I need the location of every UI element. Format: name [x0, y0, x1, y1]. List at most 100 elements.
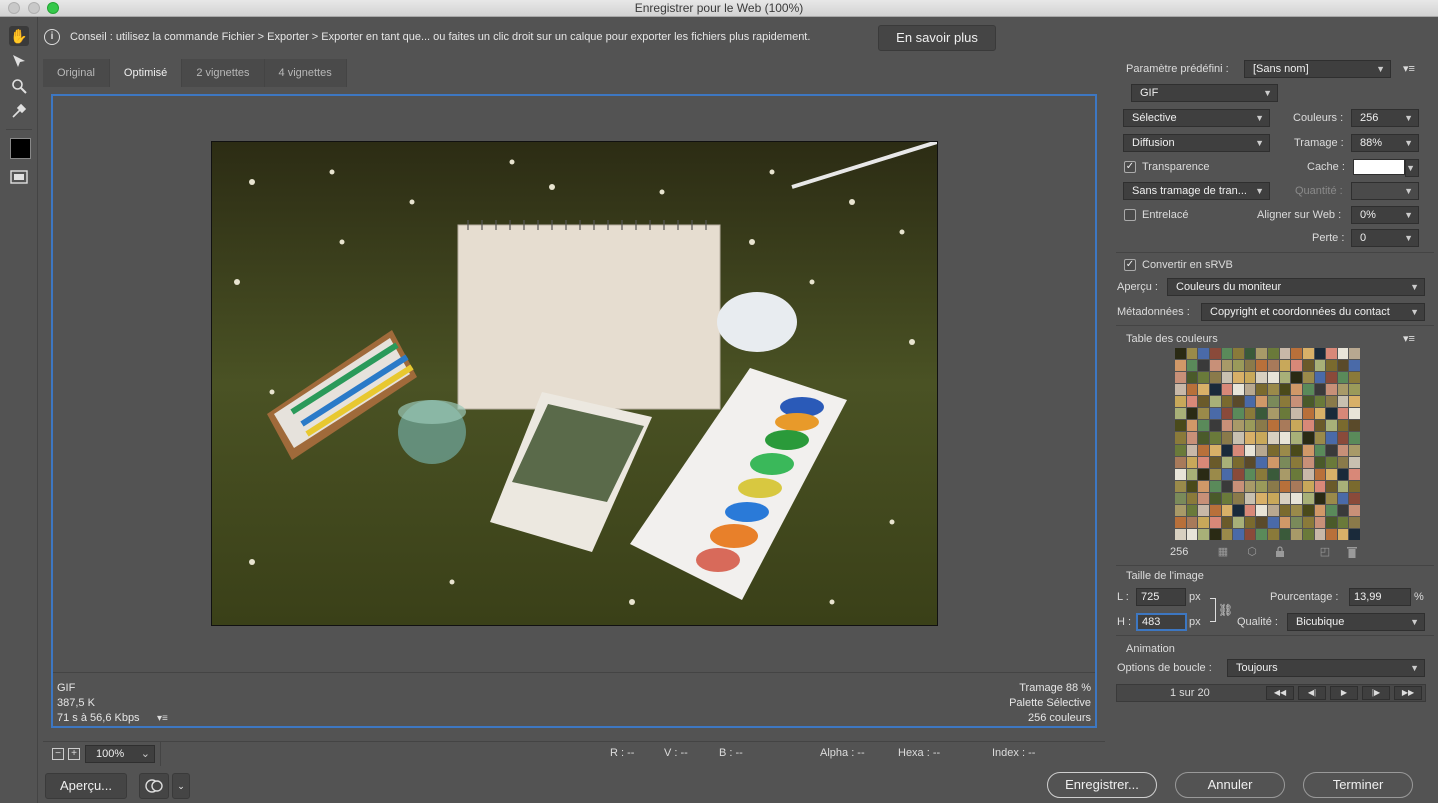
color-table-swatch[interactable]: [1337, 372, 1349, 384]
color-table-swatch[interactable]: [1233, 468, 1244, 480]
color-table-swatch[interactable]: [1244, 444, 1256, 456]
color-table-swatch[interactable]: [1279, 420, 1291, 432]
width-input[interactable]: 725: [1136, 588, 1186, 606]
colors-select[interactable]: 256 ▼: [1351, 109, 1419, 127]
web-snap-select[interactable]: 0% ▼: [1351, 206, 1419, 224]
color-table-swatch[interactable]: [1198, 396, 1209, 408]
color-table-swatch[interactable]: [1326, 360, 1337, 372]
color-table-swatch[interactable]: [1326, 348, 1337, 360]
format-select[interactable]: GIF ▼: [1131, 84, 1278, 102]
color-table-swatch[interactable]: [1349, 396, 1360, 408]
color-table-swatch[interactable]: [1349, 492, 1360, 504]
color-table-swatch[interactable]: [1256, 396, 1267, 408]
color-table-swatch[interactable]: [1186, 444, 1198, 456]
zoom-out-button[interactable]: −: [52, 748, 64, 760]
dither-amount-select[interactable]: 88% ▼: [1351, 134, 1419, 152]
color-table-swatch[interactable]: [1233, 492, 1244, 504]
color-table-swatch[interactable]: [1337, 348, 1349, 360]
color-table-swatch[interactable]: [1198, 372, 1209, 384]
color-table-swatch[interactable]: [1209, 408, 1221, 420]
color-table-swatch[interactable]: [1349, 504, 1360, 516]
color-table-swatch[interactable]: [1326, 432, 1337, 444]
done-button[interactable]: Terminer: [1303, 772, 1413, 798]
eyedropper-color-swatch[interactable]: [10, 138, 31, 159]
color-table-swatch[interactable]: [1302, 468, 1314, 480]
color-table-swatch[interactable]: [1268, 504, 1279, 516]
color-table-swatch[interactable]: [1337, 408, 1349, 420]
learn-more-button[interactable]: En savoir plus: [878, 25, 996, 51]
color-table-swatch[interactable]: [1233, 444, 1244, 456]
hand-tool-icon[interactable]: ✋: [9, 26, 29, 46]
color-table-swatch[interactable]: [1349, 408, 1360, 420]
save-button[interactable]: Enregistrer...: [1047, 772, 1157, 798]
color-table-swatch[interactable]: [1221, 516, 1233, 528]
color-table-swatch[interactable]: [1221, 456, 1233, 468]
color-table-swatch[interactable]: [1175, 396, 1186, 408]
preset-select[interactable]: [Sans nom] ▼: [1244, 60, 1391, 78]
color-table-swatch[interactable]: [1175, 456, 1186, 468]
color-table-swatch[interactable]: [1279, 408, 1291, 420]
color-table-swatch[interactable]: [1256, 480, 1267, 492]
color-table-swatch[interactable]: [1349, 480, 1360, 492]
color-table-swatch[interactable]: [1198, 432, 1209, 444]
color-table-swatch[interactable]: [1268, 528, 1279, 540]
last-frame-button[interactable]: ▶▶: [1394, 686, 1422, 700]
color-table-swatch[interactable]: [1349, 516, 1360, 528]
color-table-swatch[interactable]: [1233, 384, 1244, 396]
tab-original[interactable]: Original: [43, 59, 110, 87]
color-table-swatch[interactable]: [1209, 396, 1221, 408]
color-table-swatch[interactable]: [1198, 408, 1209, 420]
color-table-swatch[interactable]: [1256, 456, 1267, 468]
color-table-swatch[interactable]: [1326, 444, 1337, 456]
color-table-swatch[interactable]: [1291, 408, 1302, 420]
web-shift-cube-icon[interactable]: ⬡: [1246, 546, 1258, 558]
color-table-swatch[interactable]: [1349, 444, 1360, 456]
color-table-swatch[interactable]: [1233, 348, 1244, 360]
color-table-swatch[interactable]: [1291, 480, 1302, 492]
color-table-swatch[interactable]: [1326, 408, 1337, 420]
color-table-swatch[interactable]: [1221, 348, 1233, 360]
color-table-swatch[interactable]: [1209, 420, 1221, 432]
color-table-swatch[interactable]: [1268, 492, 1279, 504]
play-button[interactable]: ▶: [1330, 686, 1358, 700]
color-table-swatch[interactable]: [1186, 408, 1198, 420]
color-table-swatch[interactable]: [1244, 396, 1256, 408]
color-table-swatch[interactable]: [1349, 432, 1360, 444]
color-table-swatch[interactable]: [1175, 360, 1186, 372]
zoom-level-select[interactable]: 100% ⌄: [85, 745, 155, 763]
previous-frame-button[interactable]: ◀|: [1298, 686, 1326, 700]
color-table-swatch[interactable]: [1268, 348, 1279, 360]
color-table-swatch[interactable]: [1302, 396, 1314, 408]
color-table-swatch[interactable]: [1302, 360, 1314, 372]
color-table-swatch[interactable]: [1221, 384, 1233, 396]
color-table-swatch[interactable]: [1314, 504, 1326, 516]
color-table-swatch[interactable]: [1291, 492, 1302, 504]
color-table-swatch[interactable]: [1268, 456, 1279, 468]
color-table-swatch[interactable]: [1175, 444, 1186, 456]
color-table-swatch[interactable]: [1349, 468, 1360, 480]
color-table-swatch[interactable]: [1175, 420, 1186, 432]
color-table-swatch[interactable]: [1256, 504, 1267, 516]
zoom-tool-icon[interactable]: [9, 76, 29, 96]
trash-icon[interactable]: [1346, 546, 1358, 558]
color-table-swatch[interactable]: [1326, 396, 1337, 408]
color-table-swatch[interactable]: [1233, 456, 1244, 468]
color-table-swatch[interactable]: [1175, 480, 1186, 492]
color-table-swatch[interactable]: [1314, 408, 1326, 420]
optimized-preview-pane[interactable]: GIF 387,5 K 71 s à 56,6 Kbps ▾≡ Tramage …: [51, 94, 1097, 728]
color-table-swatch[interactable]: [1291, 444, 1302, 456]
color-table-swatch[interactable]: [1233, 360, 1244, 372]
color-table-swatch[interactable]: [1244, 456, 1256, 468]
preview-in-browser-button[interactable]: Aperçu...: [45, 773, 127, 799]
color-table-swatch[interactable]: [1349, 360, 1360, 372]
color-table-swatch[interactable]: [1186, 516, 1198, 528]
color-table-swatch[interactable]: [1221, 468, 1233, 480]
color-table-swatch[interactable]: [1302, 372, 1314, 384]
color-table-swatch[interactable]: [1268, 468, 1279, 480]
color-table-swatch[interactable]: [1337, 528, 1349, 540]
color-table-swatch[interactable]: [1326, 420, 1337, 432]
color-table-swatch[interactable]: [1244, 516, 1256, 528]
lock-color-icon[interactable]: [1274, 546, 1286, 558]
color-table-swatch[interactable]: [1256, 516, 1267, 528]
color-table-swatch[interactable]: [1221, 432, 1233, 444]
